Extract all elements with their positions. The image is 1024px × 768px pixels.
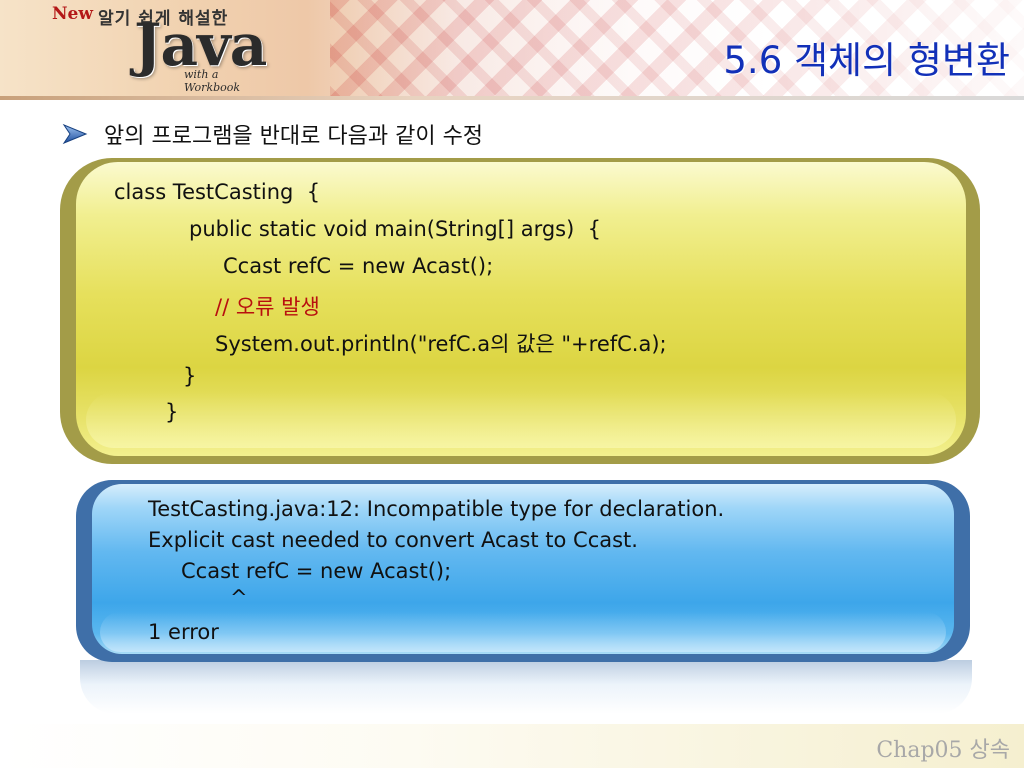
- code-line-class: class TestCasting {: [114, 180, 321, 204]
- error-line-message: TestCasting.java:12: Incompatible type f…: [148, 497, 725, 521]
- footer-chapter-label: Chap05 상속: [876, 738, 1010, 763]
- error-line-caret: ^: [230, 586, 248, 610]
- logo-java-wordmark: Java: [134, 11, 267, 79]
- chevron-right-icon: [62, 123, 88, 145]
- error-line-explanation: Explicit cast needed to convert Acast to…: [148, 528, 638, 552]
- code-line-println: System.out.println("refC.a의 값은 "+refC.a)…: [215, 332, 667, 356]
- error-box-reflection: [80, 660, 972, 714]
- error-line-source: Ccast refC = new Acast();: [181, 559, 452, 583]
- code-line-close-method: }: [183, 364, 197, 388]
- code-line-main: public static void main(String[] args) {: [189, 217, 602, 241]
- error-box-gloss: [100, 612, 946, 652]
- code-line-assign: Ccast refC = new Acast();: [223, 254, 494, 278]
- logo-tagline: with a Workbook: [184, 68, 241, 94]
- slide-title: 5.6 객체의 형변환: [723, 39, 1010, 82]
- bullet-text: 앞의 프로그램을 반대로 다음과 같이 수정: [104, 124, 484, 149]
- header-banner: New 알기 쉽게 해설한 Java with a Workbook 5.6 객…: [0, 0, 1024, 100]
- code-line-close-class: }: [165, 400, 179, 424]
- header-divider: [0, 96, 1024, 100]
- code-line-comment: // 오류 발생: [215, 295, 320, 319]
- footer-bar: [0, 724, 1024, 768]
- error-line-count: 1 error: [148, 620, 219, 644]
- logo-new-label: New: [52, 4, 93, 24]
- code-box-gloss: [86, 392, 956, 448]
- book-logo: New 알기 쉽게 해설한 Java with a Workbook: [52, 2, 272, 94]
